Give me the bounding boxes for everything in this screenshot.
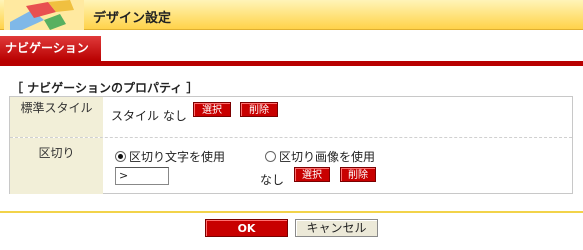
radio-image-separator[interactable] — [265, 151, 276, 162]
separator-text-option[interactable]: 区切り文字を使用 — [115, 148, 225, 165]
image-delete-button[interactable]: 削除 — [340, 167, 376, 182]
separator-label: 区切り — [10, 138, 103, 194]
standard-style-label: 標準スタイル — [10, 97, 103, 137]
standard-style-value: スタイル なし — [111, 109, 187, 123]
separator-image-value: なし — [260, 173, 285, 187]
title-bar: デザイン設定 — [0, 0, 583, 30]
separator-image-option[interactable]: 区切り画像を使用 — [265, 148, 375, 165]
tab-strip: ナビゲーション — [0, 36, 583, 66]
properties-table: 標準スタイル 区切り — [9, 96, 573, 194]
ok-button[interactable]: OK — [205, 219, 288, 237]
footer-divider — [0, 211, 583, 213]
style-delete-button[interactable]: 削除 — [240, 102, 278, 117]
palette-book-icon — [4, 0, 84, 30]
section-title: ［ ナビゲーションのプロパティ ］ — [11, 81, 199, 95]
separator-text-option-label: 区切り文字を使用 — [129, 150, 226, 164]
cancel-button[interactable]: キャンセル — [295, 219, 378, 237]
separator-text-input[interactable]: > — [115, 167, 169, 185]
tab-navigation[interactable]: ナビゲーション — [0, 36, 102, 61]
window-title: デザイン設定 — [93, 11, 172, 26]
image-select-button[interactable]: 選択 — [294, 167, 330, 182]
radio-text-separator[interactable] — [115, 151, 126, 162]
separator-image-option-label: 区切り画像を使用 — [279, 150, 376, 164]
style-select-button[interactable]: 選択 — [193, 102, 231, 117]
